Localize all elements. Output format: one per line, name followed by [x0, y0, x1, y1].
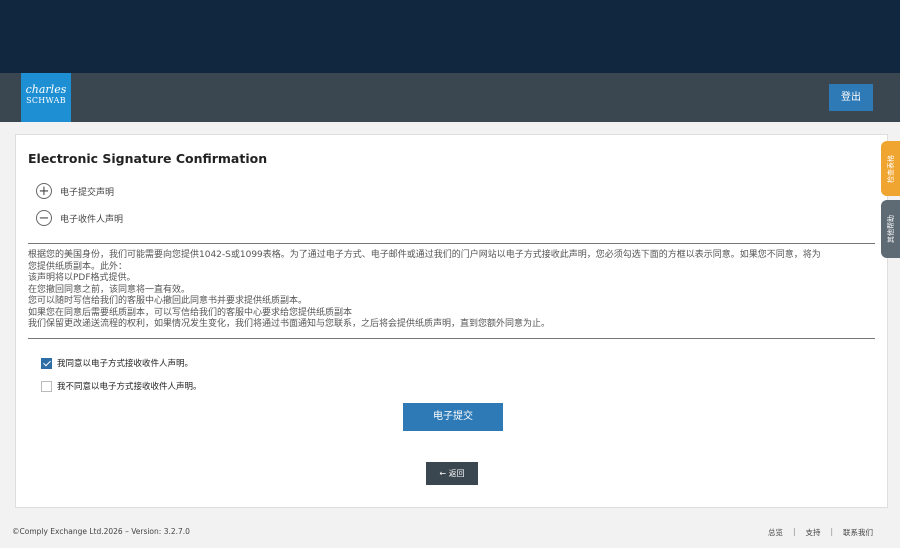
page-title: Electronic Signature Confirmation — [28, 151, 268, 166]
side-tab-label: 其他帮助 — [886, 215, 895, 243]
logo-line2: SCHWAB — [26, 96, 66, 105]
divider-bottom — [28, 338, 875, 339]
side-tab-label: 检查表格 — [886, 154, 895, 183]
disagree-label: 我不同意以电子方式接收收件人声明。 — [57, 382, 202, 392]
side-tab-review-forms[interactable]: 检查表格 — [881, 141, 900, 196]
statement-line: 该声明将以PDF格式提供。 — [28, 273, 136, 283]
accordion-label: 电子收件人声明 — [60, 214, 124, 225]
footer-copyright: ©Comply Exchange Ltd.2026 – Version: 3.2… — [12, 527, 190, 536]
top-band — [0, 0, 900, 73]
footer-separator: | — [792, 527, 796, 536]
logo-line1: charles — [25, 83, 67, 96]
main-panel: Electronic Signature Confirmation + 电子提交… — [15, 134, 888, 508]
expand-plus-icon[interactable]: + — [36, 183, 52, 199]
back-button[interactable]: ← 返回 — [426, 462, 478, 485]
arrow-left-icon: ← — [439, 469, 447, 478]
statement-line: 您提供纸质副本。此外： — [28, 261, 128, 272]
divider-top — [28, 243, 875, 244]
footer-link-support[interactable]: 支持 — [805, 527, 820, 538]
footer-link-overview[interactable]: 总览 — [768, 527, 783, 538]
header-bar — [0, 73, 900, 122]
agree-label: 我同意以电子方式接收收件人声明。 — [57, 359, 194, 369]
agree-checkbox[interactable] — [41, 357, 52, 369]
statement-line: 您可以随时写信给我们的客服中心撤回此同意书并要求提供纸质副本。 — [28, 296, 308, 306]
collapse-minus-icon[interactable]: − — [36, 210, 52, 226]
statement-line: 如果您在同意后需要纸质副本，可以写信给我们的客服中心要求给您提供纸质副本 — [28, 307, 353, 318]
logout-button[interactable]: 登出 — [829, 84, 873, 111]
accordion-recipient-statement[interactable]: − 电子收件人声明 — [36, 208, 123, 228]
esubmit-button[interactable]: 电子提交 — [403, 403, 503, 431]
disagree-checkbox[interactable] — [41, 380, 52, 392]
footer-links: 总览 | 支持 | 联系我们 — [768, 527, 873, 538]
recipient-statement-text: 根据您的美国身份，我们可能需要向您提供1042-S或1099表格。为了通过电子方… — [28, 250, 878, 331]
statement-line: 我们保留更改递送流程的权利，如果情况发生变化，我们将通过书面通知与您联系，之后将… — [28, 319, 551, 329]
footer-separator: | — [830, 527, 833, 536]
footer-link-contact[interactable]: 联系我们 — [843, 527, 873, 538]
consent-disagree-option[interactable]: 我不同意以电子方式接收收件人声明。 — [41, 380, 202, 392]
accordion-label: 电子提交声明 — [60, 187, 115, 198]
back-label: 返回 — [448, 469, 465, 478]
schwab-logo: charles SCHWAB — [21, 73, 71, 122]
side-tab-other-help[interactable]: 其他帮助 — [881, 200, 900, 258]
accordion-electronic-submission[interactable]: + 电子提交声明 — [36, 181, 114, 201]
statement-line: 根据您的美国身份，我们可能需要向您提供1042-S或1099表格。为了通过电子方… — [28, 250, 821, 260]
statement-line: 在您撤回同意之前，该同意将一直有效。 — [28, 284, 191, 295]
consent-agree-option[interactable]: 我同意以电子方式接收收件人声明。 — [41, 357, 193, 369]
